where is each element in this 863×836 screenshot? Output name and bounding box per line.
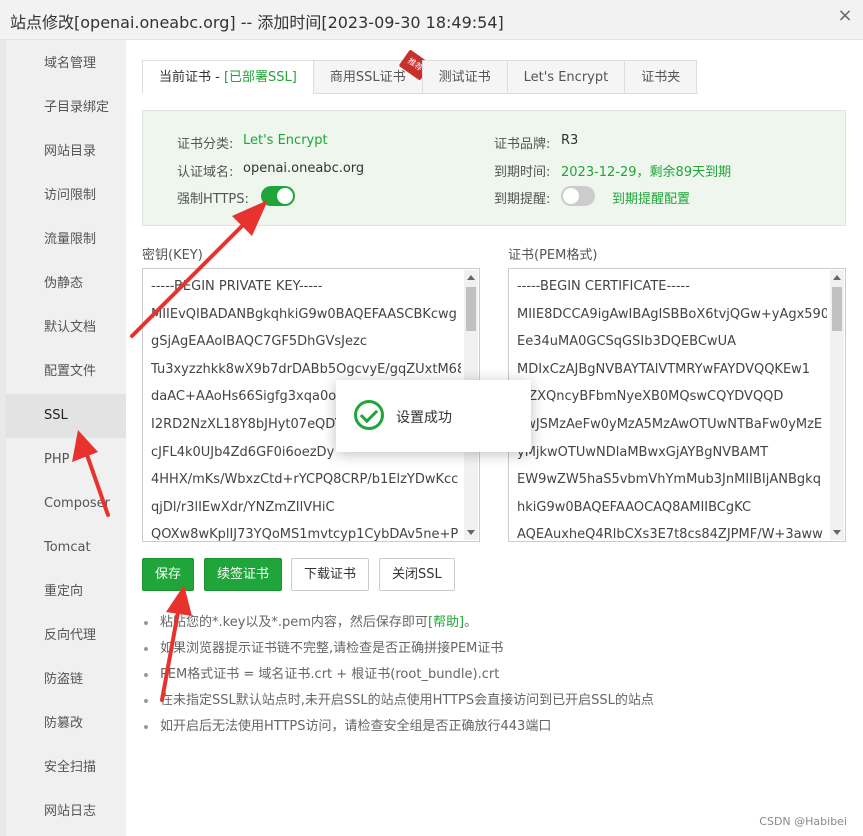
cert-brand-value: R3 (561, 133, 579, 148)
cert-line: hkiG9w0BAQEFAAOCAQ8AMIIBCgKC (517, 499, 752, 515)
sidebar-item-ssl[interactable]: SSL (6, 394, 126, 438)
help-link[interactable]: [帮助] (428, 615, 464, 630)
cert-expire-label: 到期时间: (494, 165, 551, 180)
tip-item: 如开启后无法使用HTTPS访问，请检查安全组是否正确放行443端口 (142, 714, 842, 740)
ssl-deployed-status: [已部署SSL] (223, 70, 297, 85)
key-line: QOXw8wKplIJ73YQoMS1mvtcyp1CybDAv5ne+P (151, 527, 459, 542)
cert-domain-value: openai.oneabc.org (243, 161, 365, 176)
cert-expire-value: 2023-12-29，剩余89天到期 (561, 165, 732, 180)
renew-cert-button[interactable]: 续签证书 (204, 558, 283, 591)
cert-pem-textarea[interactable]: -----BEGIN CERTIFICATE----- MIIE8DCCA9ig… (508, 268, 846, 542)
key-line: 4HHX/mKs/WbxzCtd+rYCPQ8CRP/b1ElzYDwKcc (151, 472, 459, 488)
sidebar-item-site-log[interactable]: 网站日志 (6, 790, 126, 834)
sidebar-item-site-dir[interactable]: 网站目录 (6, 130, 126, 174)
sidebar-item-tomcat[interactable]: Tomcat (6, 526, 126, 570)
cert-category-value: Let's Encrypt (243, 133, 328, 148)
cert-domain-label: 认证域名: (177, 165, 234, 180)
sidebar-item-subdir[interactable]: 子目录绑定 (6, 86, 126, 130)
tip-item: 粘贴您的*.key以及*.pem内容，然后保存即可[帮助]。 (142, 610, 842, 636)
key-line: -----BEGIN PRIVATE KEY----- (151, 279, 323, 294)
toggle-knob (563, 188, 579, 204)
tab-cert-folder[interactable]: 证书夹 (624, 60, 698, 94)
cert-category-label: 证书分类: (177, 137, 234, 152)
sidebar-item-tamper[interactable]: 防篡改 (6, 702, 126, 746)
scroll-down-icon[interactable] (467, 530, 475, 535)
expire-remind-toggle[interactable] (561, 186, 595, 206)
cert-line: MZXQncyBFbmNyeXB0MQswCQYDVQQD (517, 389, 784, 405)
watermark: CSDN @Habibei (759, 815, 847, 828)
sidebar-item-traffic-limit[interactable]: 流量限制 (6, 218, 126, 262)
tab-test-cert[interactable]: 测试证书 (421, 60, 507, 94)
tab-current-cert-label: 当前证书 - (159, 70, 224, 85)
key-label: 密钥(KEY) (142, 248, 203, 263)
sidebar-item-access-limit[interactable]: 访问限制 (6, 174, 126, 218)
sidebar-item-default-doc[interactable]: 默认文档 (6, 306, 126, 350)
tips-list: 粘贴您的*.key以及*.pem内容，然后保存即可[帮助]。 如果浏览器提示证书… (142, 610, 842, 740)
cert-brand-label: 证书品牌: (494, 137, 551, 152)
sidebar-item-reverse-proxy[interactable]: 反向代理 (6, 614, 126, 658)
sidebar-item-php[interactable]: PHP (6, 438, 126, 482)
scroll-up-icon[interactable] (467, 275, 475, 280)
scroll-thumb[interactable] (466, 287, 476, 331)
scroll-up-icon[interactable] (833, 275, 841, 280)
sidebar-item-config[interactable]: 配置文件 (6, 350, 126, 394)
scroll-down-icon[interactable] (833, 530, 841, 535)
cert-info-box: 证书分类: Let's Encrypt 证书品牌: R3 认证域名: opena… (142, 110, 846, 226)
sidebar-item-domain[interactable]: 域名管理 (6, 42, 126, 86)
force-https-toggle[interactable] (261, 186, 295, 206)
tab-letsencrypt[interactable]: Let's Encrypt (506, 60, 625, 94)
cert-pem-label: 证书(PEM格式) (508, 248, 598, 263)
tip-item: PEM格式证书 = 域名证书.crt + 根证书(root_bundle).cr… (142, 662, 842, 688)
window-title: 站点修改[openai.oneabc.org] -- 添加时间[2023-09-… (10, 13, 504, 32)
toast-message: 设置成功 (396, 410, 452, 426)
expire-remind-config-link[interactable]: 到期提醒配置 (612, 188, 690, 207)
sidebar-item-rewrite[interactable]: 伪静态 (6, 262, 126, 306)
sidebar: 域名管理 子目录绑定 网站目录 访问限制 流量限制 伪静态 默认文档 配置文件 … (6, 40, 126, 836)
tab-commercial-ssl-label: 商用SSL证书 (329, 70, 406, 85)
cert-line: MDIxCzAJBgNVBAYTAlVTMRYwFAYDVQQKEw1 (517, 361, 811, 377)
success-toast: 设置成功 (336, 380, 531, 452)
tab-current-cert[interactable]: 当前证书 - [已部署SSL] (142, 60, 313, 94)
tab-commercial-ssl[interactable]: 商用SSL证书 推荐 (312, 49, 431, 94)
toggle-knob (277, 188, 293, 204)
window-titlebar: 站点修改[openai.oneabc.org] -- 添加时间[2023-09-… (0, 0, 863, 40)
cert-line: AQEAuxheQ4RlbCXs3E7t8cs84ZJPMF/W+3aww (517, 527, 823, 542)
cert-line: -----BEGIN CERTIFICATE----- (517, 279, 690, 294)
key-line: MIIEvQIBADANBgkqhkiG9w0BAQEFAASCBKcwg (151, 306, 457, 322)
key-line: gSjAgEAAoIBAQC7GF5DhGVsJezc (151, 334, 367, 350)
force-https-label: 强制HTTPS: (177, 192, 249, 207)
close-ssl-button[interactable]: 关闭SSL (379, 558, 455, 591)
sidebar-item-redirect[interactable]: 重定向 (6, 570, 126, 614)
expire-remind-label: 到期提醒: (494, 192, 551, 207)
cert-line: Ee34uMA0GCSqGSIb3DQEBCwUA (517, 334, 736, 350)
key-line: qjDl/r3lIEwXdr/YNZmZIlVHiC (151, 499, 335, 515)
save-button[interactable]: 保存 (142, 558, 195, 591)
ssl-tabs: 当前证书 - [已部署SSL] 商用SSL证书 推荐 测试证书 Let's En… (142, 49, 698, 94)
tip-text: 。 (464, 615, 478, 630)
cert-line: EwJSMzAeFw0yMzA5MzAwOTUwNTBaFw0yMzE (517, 416, 823, 432)
check-circle-icon (354, 400, 384, 430)
sidebar-item-security-scan[interactable]: 安全扫描 (6, 746, 126, 790)
sidebar-item-composer[interactable]: Composer (6, 482, 126, 526)
cert-scrollbar[interactable] (830, 270, 844, 540)
tip-item: 在未指定SSL默认站点时,未开启SSL的站点使用HTTPS会直接访问到已开启SS… (142, 688, 842, 714)
download-cert-button[interactable]: 下载证书 (291, 558, 370, 591)
sidebar-item-hotlink[interactable]: 防盗链 (6, 658, 126, 702)
tip-item: 如果浏览器提示证书链不完整,请检查是否正确拼接PEM证书 (142, 636, 842, 662)
tip-text: 粘贴您的*.key以及*.pem内容，然后保存即可 (160, 615, 428, 630)
scroll-thumb[interactable] (832, 287, 842, 331)
cert-line: MIIE8DCCA9igAwIBAgISBBoX6tvjQGw+yAgx590 (517, 306, 827, 322)
cert-line: yMjkwOTUwNDlaMBwxGjAYBgNVBAMT (517, 444, 769, 460)
cert-line: EW9wZW5haS5vbmVhYmMub3JnMIIBIjANBgkq (517, 472, 821, 488)
close-icon[interactable]: × (835, 0, 855, 34)
